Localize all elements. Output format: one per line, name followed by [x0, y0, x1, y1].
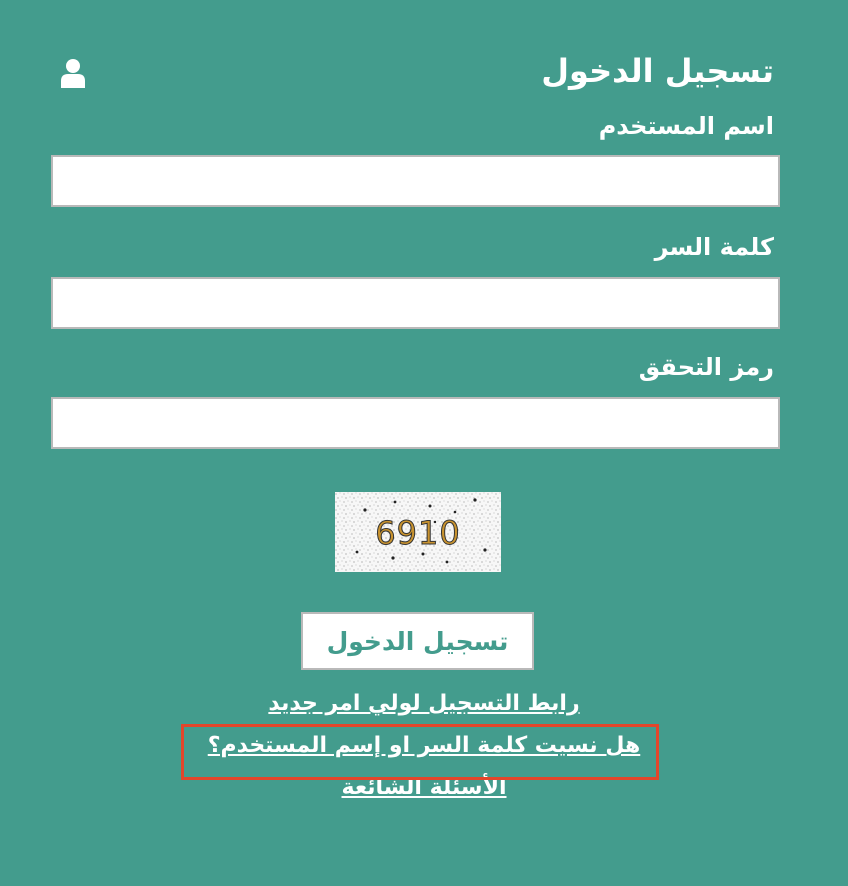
user-icon [61, 59, 85, 88]
password-label: كلمة السر [654, 233, 774, 261]
login-button[interactable]: تسجيل الدخول [301, 612, 534, 670]
captcha-image: 6910 [335, 492, 501, 572]
captcha-label: رمز التحقق [638, 353, 774, 381]
username-input[interactable] [51, 155, 780, 207]
faq-link[interactable]: الأسئلة الشائعة [0, 775, 848, 800]
login-title: تسجيل الدخول [541, 52, 774, 90]
captcha-input[interactable] [51, 397, 780, 449]
login-panel: تسجيل الدخول اسم المستخدم كلمة السر رمز … [0, 0, 848, 886]
username-label: اسم المستخدم [598, 112, 774, 140]
register-parent-link[interactable]: رابط التسجيل لولي امر جديد [0, 691, 848, 716]
password-input[interactable] [51, 277, 780, 329]
forgot-credentials-link[interactable]: هل نسيت كلمة السر او إسم المستخدم؟ [0, 733, 848, 758]
captcha-text: 6910 [375, 514, 460, 552]
